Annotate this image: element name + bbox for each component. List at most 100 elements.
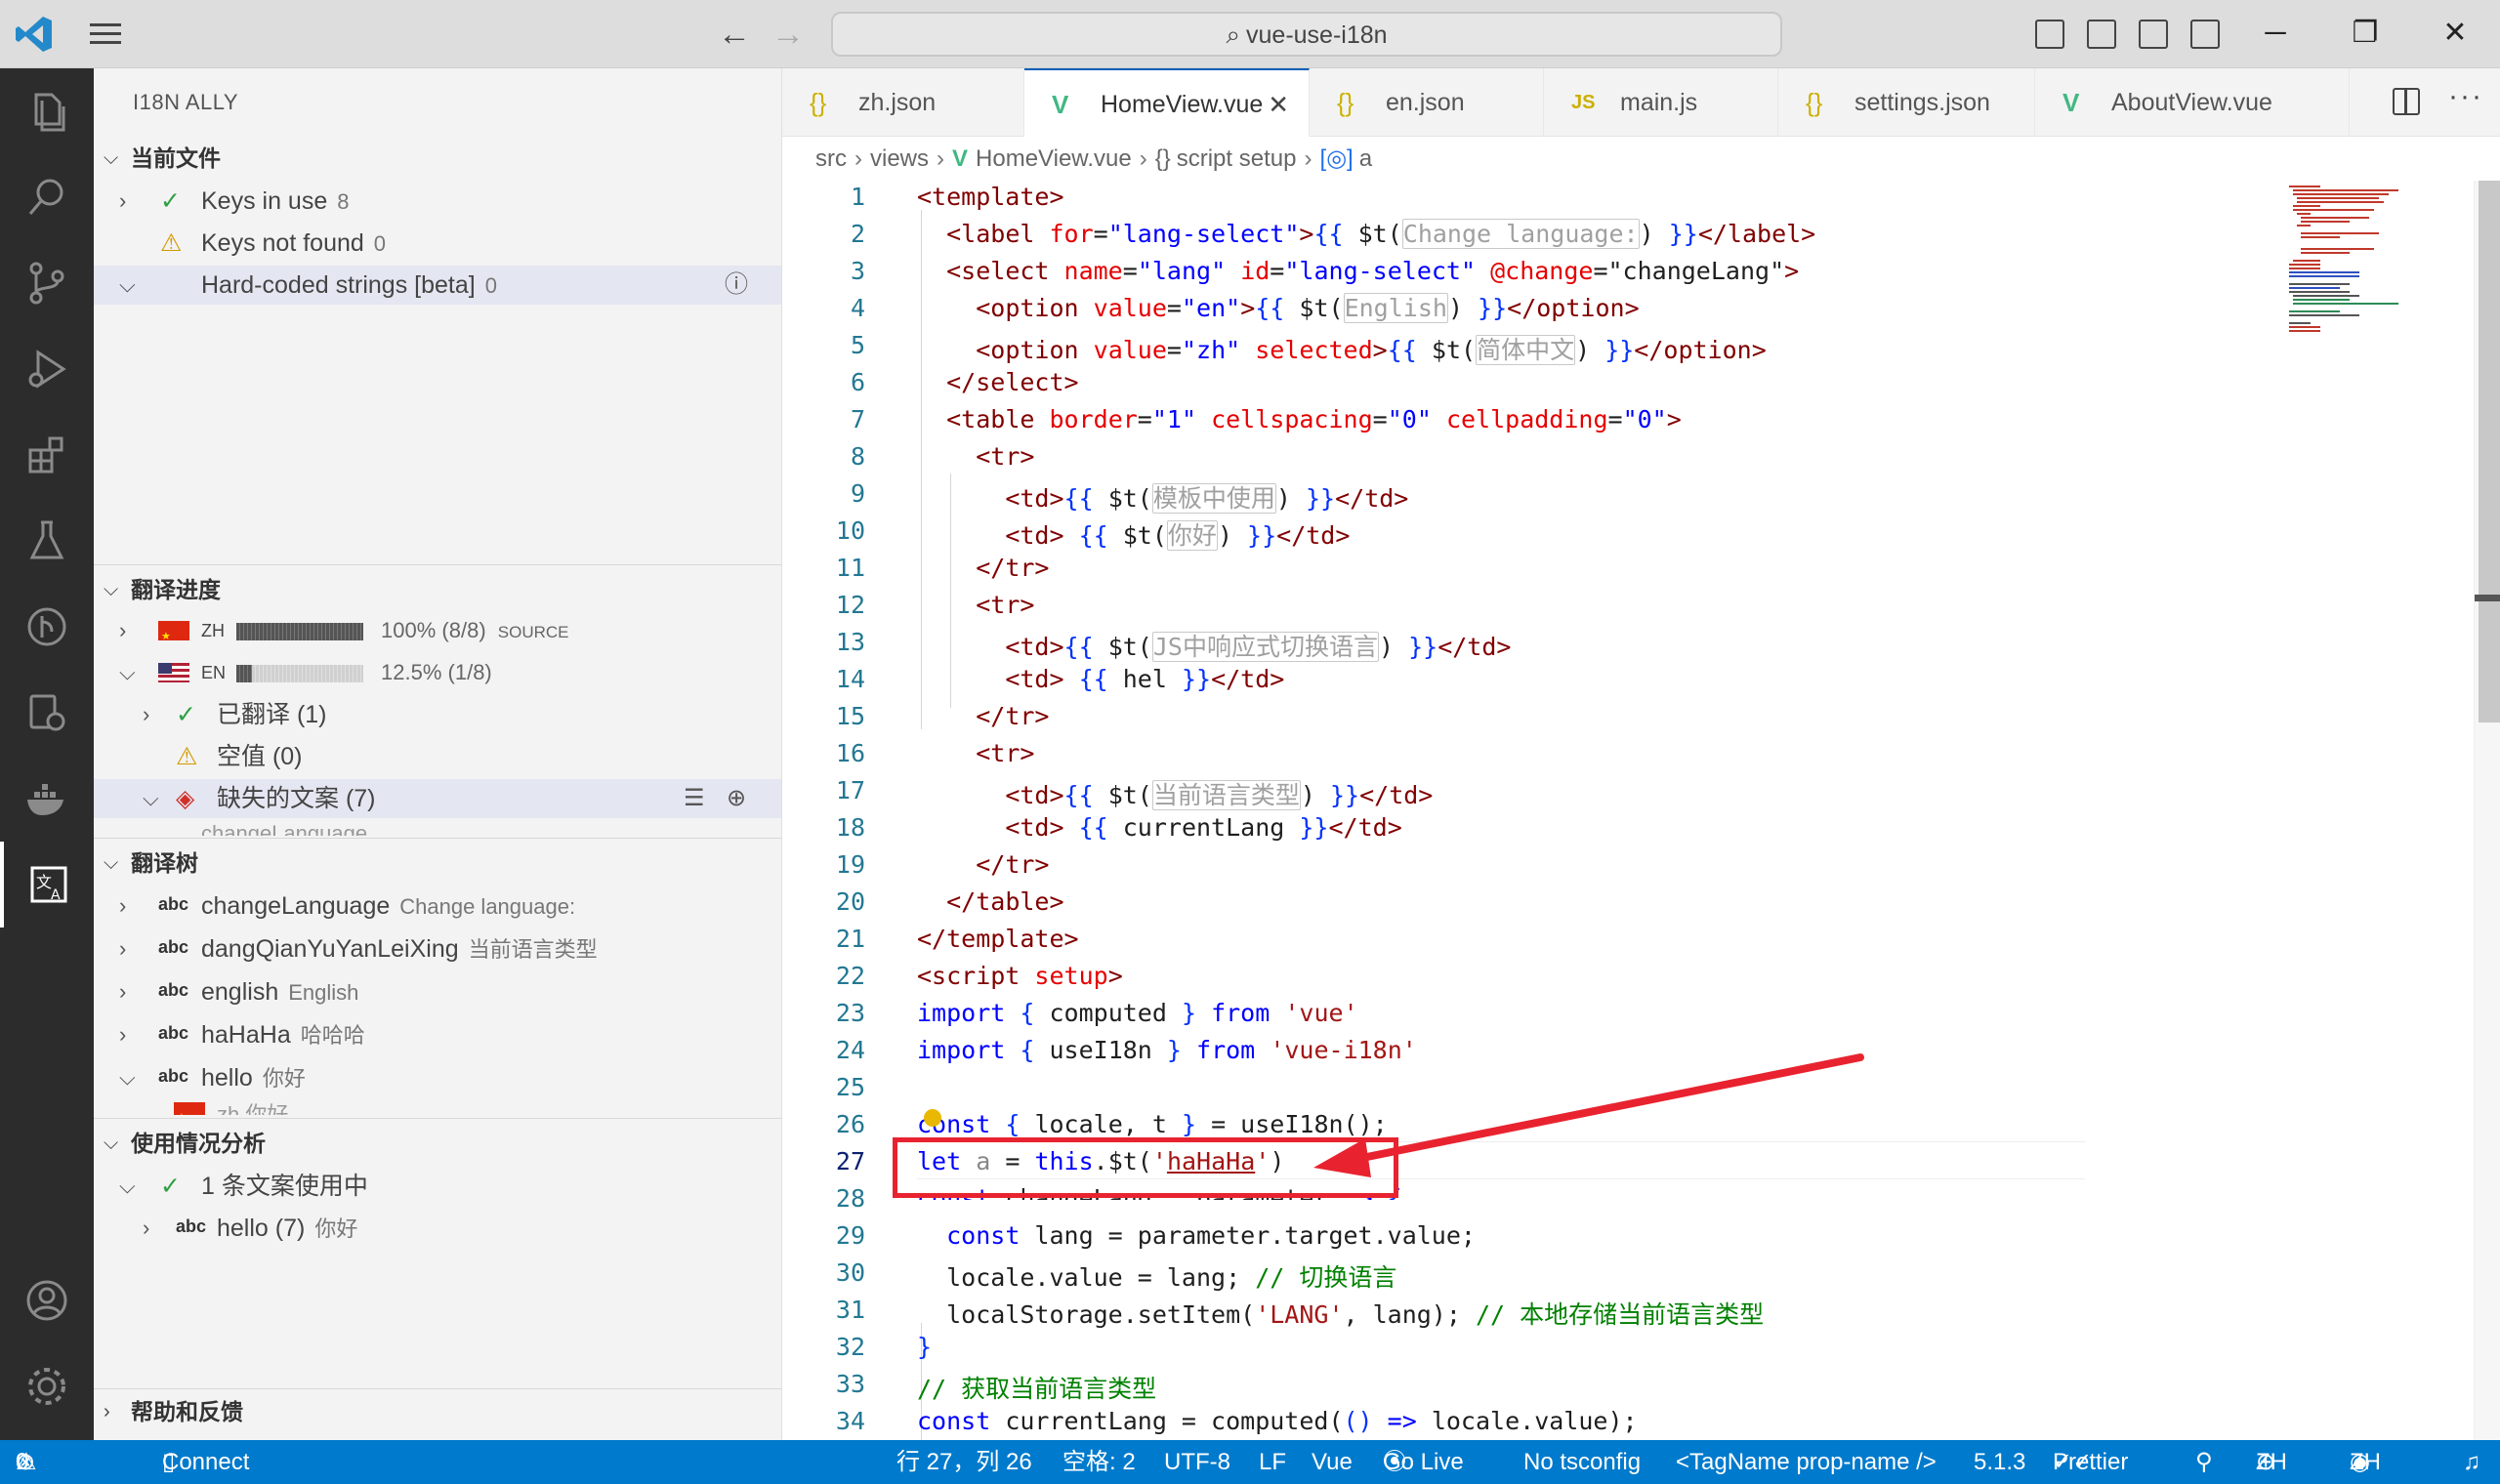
tree-item[interactable]: › abc english English: [94, 972, 781, 1011]
toggle-primary-sidebar-icon[interactable]: [2035, 20, 2064, 49]
tab-settings-json[interactable]: {} settings.json: [1778, 68, 2035, 137]
usage-in-use-item[interactable]: ⌵ ✓ 1 条文案使用中: [94, 1167, 781, 1206]
indentation[interactable]: 空格: 2: [1062, 1440, 1136, 1484]
tree-item[interactable]: › abc dangQianYuYanLeiXing 当前语言类型: [94, 929, 781, 969]
locale-label: ZH: [2256, 1449, 2287, 1475]
tree-item[interactable]: ⌵ abc hello 你好: [94, 1058, 781, 1097]
code-line: <script setup>: [917, 962, 1123, 990]
restore-icon[interactable]: ❐: [2320, 0, 2410, 68]
progress-en-item[interactable]: ⌵ EN 12.5% (1/8): [94, 653, 781, 692]
command-center-search[interactable]: ⌕ vue-use-i18n: [831, 12, 1782, 57]
search-icon[interactable]: [0, 154, 94, 240]
notifications-bell-icon[interactable]: ♫: [2463, 1440, 2480, 1484]
tree-key: dangQianYuYanLeiXing: [201, 935, 459, 963]
language-mode[interactable]: Vue: [1312, 1440, 1353, 1484]
section-usage-analysis[interactable]: ⌵ 使用情况分析: [94, 1124, 781, 1163]
line-number: 27: [835, 1147, 865, 1175]
list-icon[interactable]: ☰: [684, 779, 705, 818]
more-actions-icon[interactable]: ···: [2448, 80, 2483, 113]
tab-homeview-vue[interactable]: V HomeView.vue ✕: [1024, 68, 1310, 137]
tagname-style[interactable]: <TagName prop-name />: [1676, 1440, 1937, 1484]
help-icon[interactable]: ⓘ: [725, 266, 748, 305]
progress-bar-en: [236, 665, 363, 682]
translated-item[interactable]: › ✓ 已翻译 (1): [94, 695, 781, 734]
manage-gear-icon[interactable]: [0, 1343, 94, 1429]
docker-icon[interactable]: [0, 756, 94, 842]
empty-values-item[interactable]: ⚠ 空值 (0): [94, 737, 781, 776]
connect-label: Connect: [162, 1449, 250, 1475]
account-icon[interactable]: [0, 1257, 94, 1343]
testing-flask-icon[interactable]: [0, 498, 94, 584]
code-line: </table>: [946, 887, 1064, 916]
explorer-icon[interactable]: [0, 68, 94, 154]
split-editor-icon[interactable]: [2393, 88, 2420, 115]
breadcrumb-src[interactable]: src: [815, 145, 847, 172]
hardcoded-strings-item[interactable]: ⌵ Hard-coded strings [beta] 0 ⓘ: [94, 266, 781, 305]
missing-item[interactable]: ⌵ ◈ 缺失的文案 (7) ☰ ⊕: [94, 779, 781, 818]
string-abc-icon: abc: [158, 1066, 189, 1086]
tree-item[interactable]: › abc haHaHa 哈哈哈: [94, 1015, 781, 1054]
keys-not-found-item[interactable]: ⚠ Keys not found 0: [94, 224, 781, 263]
tsconfig-status[interactable]: No tsconfig: [1523, 1440, 1641, 1484]
close-window-icon[interactable]: ✕: [2410, 0, 2500, 68]
feedback-icon[interactable]: ⚲: [2195, 1440, 2213, 1484]
line-number: 20: [835, 887, 865, 916]
toggle-secondary-sidebar-icon[interactable]: [2139, 20, 2168, 49]
cursor-position[interactable]: 行 27，列 26: [896, 1440, 1032, 1484]
breadcrumb-file[interactable]: HomeView.vue: [976, 145, 1132, 172]
code-line: import { useI18n } from 'vue-i18n': [917, 1036, 1417, 1064]
menu-icon[interactable]: [88, 20, 123, 49]
section-title: 使用情况分析: [131, 1131, 266, 1156]
progress-zh-item[interactable]: › ZH 100% (8/8) SOURCE: [94, 611, 781, 656]
lightbulb-icon[interactable]: [924, 1109, 941, 1127]
toggle-panel-icon[interactable]: [2087, 20, 2116, 49]
breadcrumb-setup[interactable]: script setup: [1177, 145, 1297, 172]
breadcrumb-views[interactable]: views: [870, 145, 929, 172]
back-arrow-icon[interactable]: ←: [718, 16, 751, 54]
code-editor[interactable]: 1 2 3 4 5 6 7 8 9 10 11 12 13 14 15 16 17 18 19 20 21 22 23 24 2…: [782, 181, 2476, 1440]
end-of-line[interactable]: LF: [1259, 1440, 1286, 1484]
globe-translate-icon[interactable]: ⊕: [727, 779, 746, 818]
section-translation-tree[interactable]: ⌵ 翻译树: [94, 844, 781, 883]
customize-layout-icon[interactable]: [2190, 20, 2220, 49]
section-help-feedback[interactable]: › 帮助和反馈: [94, 1392, 781, 1431]
missing-label: 缺失的文案 (7): [217, 785, 376, 812]
minimap[interactable]: [2281, 181, 2477, 376]
us-flag-icon: [158, 663, 189, 682]
tab-label: en.json: [1386, 89, 1465, 116]
ts-version[interactable]: 5.1.3: [1974, 1440, 2025, 1484]
chevron-down-icon: ⌵: [143, 786, 159, 810]
remote-settings-icon[interactable]: [0, 670, 94, 756]
encoding[interactable]: UTF-8: [1164, 1440, 1230, 1484]
progress-percent: 12.5%: [381, 660, 442, 684]
code-line: locale.value = lang; // 切换语言: [917, 1263, 1397, 1292]
vertical-scrollbar[interactable]: [2474, 181, 2500, 1440]
run-debug-icon[interactable]: [0, 326, 94, 412]
section-translation-progress[interactable]: ⌵ 翻译进度: [94, 570, 781, 609]
close-icon[interactable]: ✕: [1268, 70, 1289, 139]
section-current-file[interactable]: ⌵ 当前文件: [94, 139, 781, 178]
source-control-icon[interactable]: [0, 240, 94, 326]
usage-hello-item[interactable]: › abc hello (7) 你好: [94, 1209, 781, 1248]
forward-arrow-icon[interactable]: →: [771, 16, 805, 54]
chevron-down-icon: ⌵: [119, 1065, 136, 1090]
line-number: 5: [850, 331, 865, 359]
tab-aboutview-vue[interactable]: V AboutView.vue: [2035, 68, 2350, 137]
keys-in-use-item[interactable]: › ✓ Keys in use 8: [94, 182, 781, 221]
chevron-right-icon: ›: [119, 979, 127, 1004]
tab-en-json[interactable]: {} en.json: [1310, 68, 1544, 137]
extensions-icon[interactable]: [0, 412, 94, 498]
line-number: 21: [835, 925, 865, 953]
scrollbar-thumb[interactable]: [2479, 181, 2500, 722]
git-graph-icon[interactable]: [0, 584, 94, 670]
minimize-icon[interactable]: ─: [2230, 0, 2320, 68]
tab-zh-json[interactable]: {} zh.json: [782, 68, 1024, 137]
code-line: const lang = parameter.target.value;: [946, 1221, 1476, 1250]
tree-item[interactable]: › abc changeLanguage Change language:: [94, 886, 781, 926]
search-icon: ⌕: [1226, 20, 1241, 49]
i18n-ally-icon[interactable]: 文A: [0, 842, 94, 928]
chevron-down-icon: ⌵: [104, 852, 119, 874]
breadcrumb-symbol[interactable]: a: [1359, 145, 1372, 172]
tab-main-js[interactable]: JS main.js: [1544, 68, 1778, 137]
code-line: <label for="lang-select">{{ $t(Change la…: [946, 219, 1816, 249]
